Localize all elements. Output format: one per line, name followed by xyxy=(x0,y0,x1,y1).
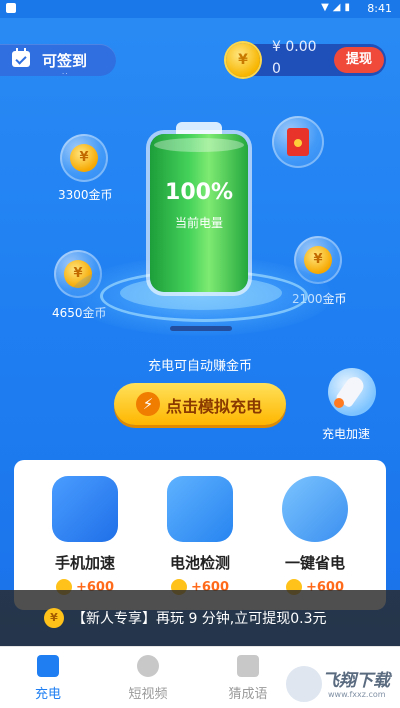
status-bar: ▼ ◢ ▮ 8:41 xyxy=(0,0,400,18)
coin-bubble-1[interactable]: ¥ xyxy=(60,134,108,182)
tab-label: 充电 xyxy=(34,687,61,702)
battery-percent: 100% xyxy=(165,180,233,205)
bolt-icon: ⚡ xyxy=(136,392,160,416)
yen-coin-icon: ¥ xyxy=(304,246,332,274)
watermark-icon xyxy=(284,664,324,704)
notification-icon xyxy=(6,3,16,13)
tool-name: 电池检测 xyxy=(169,554,230,572)
checkin-label: 可签到 xyxy=(42,52,88,70)
tools-card: 手机加速 +600 电池检测 +600 一键省电 +600 xyxy=(14,460,386,610)
seedling-icon xyxy=(282,476,348,542)
rocket-flame xyxy=(334,398,344,408)
balance-amount-line2: 0 xyxy=(272,61,281,77)
yen-coin-icon: ¥ xyxy=(70,144,98,172)
clock: 8:41 xyxy=(367,2,392,15)
tool-power-saving[interactable]: 一键省电 +600 xyxy=(260,476,370,595)
balance-amount: ¥ 0.00 xyxy=(272,39,317,55)
tool-phone-boost[interactable]: 手机加速 +600 xyxy=(30,476,140,595)
newbie-notice[interactable]: ¥ 【新人专享】再玩 9 分钟,立可提现0.3元 xyxy=(0,590,400,646)
checkin-button[interactable]: 可签到 ·· xyxy=(0,44,116,78)
yen-coin-icon: ¥ xyxy=(226,43,260,77)
tab-charge[interactable]: 充电 xyxy=(8,655,88,702)
tab-short-video[interactable]: 短视频 xyxy=(108,655,188,702)
charge-boost-label: 充电加速 xyxy=(322,427,371,441)
battery-check-icon xyxy=(167,476,233,542)
guess-icon xyxy=(237,655,259,677)
battery-body xyxy=(150,134,248,292)
platform-bar xyxy=(170,326,232,331)
rocket-icon xyxy=(52,476,118,542)
checkin-dots: ·· xyxy=(62,70,69,78)
battery-graphic: 100% 当前电量 xyxy=(150,122,248,292)
red-packet-bubble[interactable] xyxy=(272,116,324,168)
play-icon xyxy=(137,655,159,677)
watermark-logo: 飞翔下载 www.fxxz.com xyxy=(284,664,396,704)
tool-name: 手机加速 xyxy=(54,554,115,572)
wallet-balance: ¥ ¥ 0.00 0 提现 xyxy=(226,40,386,77)
tab-label: 短视频 xyxy=(128,687,168,702)
battery-sub-label: 当前电量 xyxy=(174,216,223,230)
charge-boost-button[interactable] xyxy=(328,368,376,416)
calendar-check-icon xyxy=(12,48,30,67)
notice-text: 【新人专享】再玩 9 分钟,立可提现0.3元 xyxy=(72,611,327,627)
tab-label: 猜成语 xyxy=(228,687,268,702)
red-packet-icon xyxy=(287,128,309,156)
simulate-charge-label: 点击模拟充电 xyxy=(166,397,263,416)
battery-icon: ▮ xyxy=(344,2,350,13)
tab-guess-idiom[interactable]: 猜成语 xyxy=(208,655,288,702)
charge-tab-icon xyxy=(37,655,59,677)
withdraw-button[interactable]: 提现 xyxy=(334,47,384,73)
simulate-charge-button[interactable]: ⚡ 点击模拟充电 xyxy=(114,383,286,425)
signal-icon: ◢ xyxy=(332,2,341,13)
wifi-icon: ▼ xyxy=(321,2,329,13)
coin-bubble-1-label: 3300金币 xyxy=(58,188,113,202)
battery-shine xyxy=(154,138,244,152)
tool-battery-check[interactable]: 电池检测 +600 xyxy=(145,476,255,595)
watermark-title: 飞翔下载 xyxy=(322,671,390,691)
watermark-sub: www.fxxz.com xyxy=(328,690,386,699)
yen-coin-icon: ¥ xyxy=(44,608,64,628)
tool-name: 一键省电 xyxy=(284,554,345,572)
